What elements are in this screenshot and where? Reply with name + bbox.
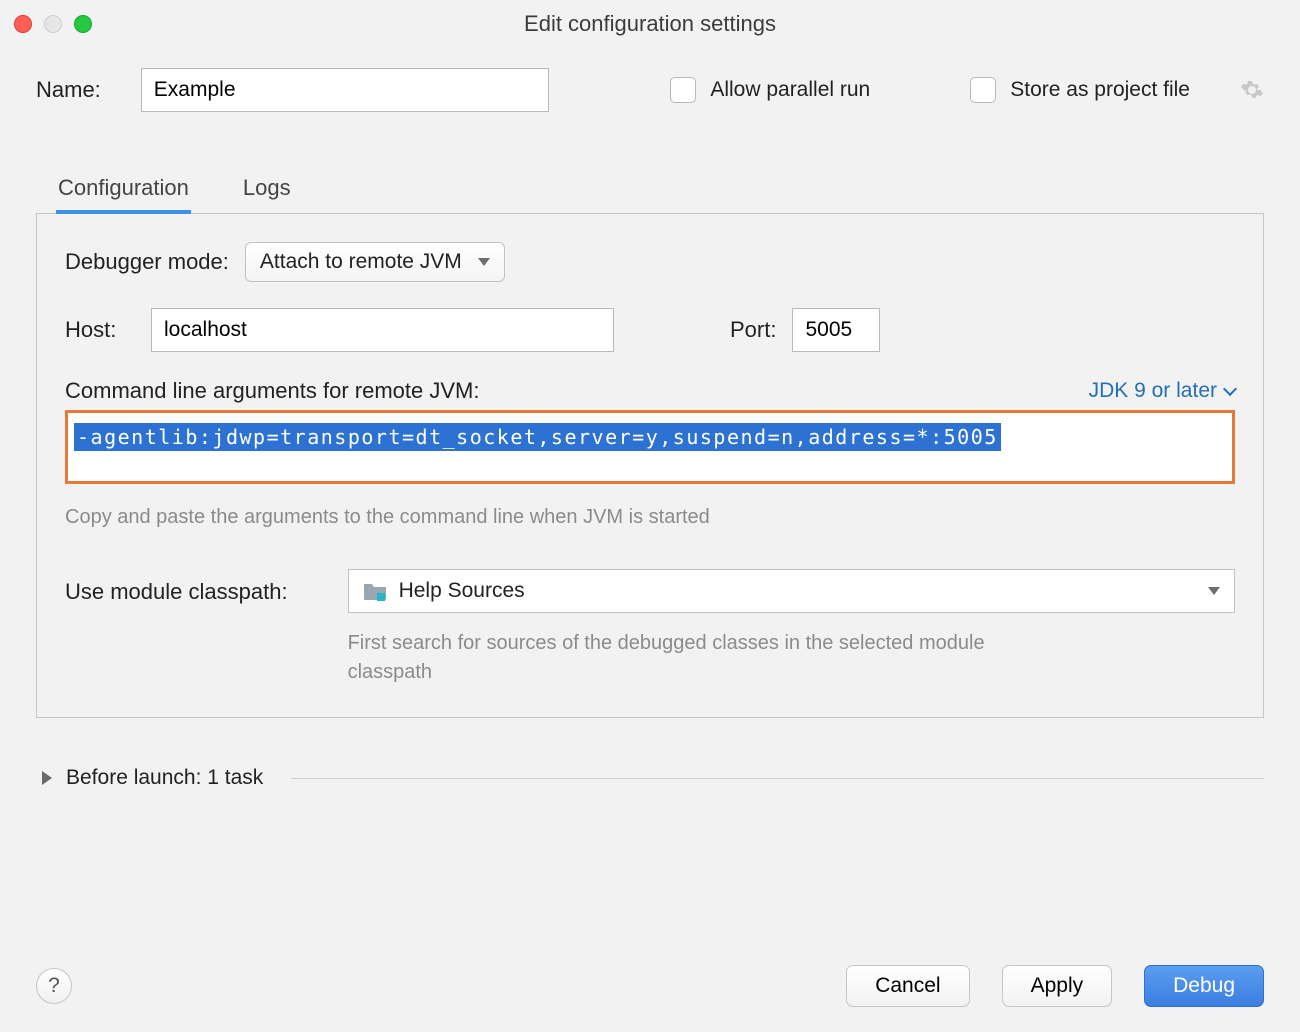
name-row: Name: Allow parallel run Store as projec… <box>36 68 1264 112</box>
module-folder-icon <box>363 581 387 601</box>
debug-button[interactable]: Debug <box>1144 965 1264 1007</box>
configuration-panel: Debugger mode: Attach to remote JVM Host… <box>36 213 1264 718</box>
jdk-version-dropdown[interactable]: JDK 9 or later <box>1089 379 1235 403</box>
tab-bar: Configuration Logs <box>36 167 1264 214</box>
window-title: Edit configuration settings <box>0 11 1300 37</box>
host-label: Host: <box>65 317 135 343</box>
debugger-mode-select[interactable]: Attach to remote JVM <box>245 242 505 282</box>
chevron-down-icon <box>1223 382 1237 396</box>
module-classpath-value: Help Sources <box>399 579 525 603</box>
separator <box>291 778 1264 779</box>
store-as-project-file-label: Store as project file <box>1010 78 1190 102</box>
disclosure-triangle-icon <box>42 771 52 785</box>
module-classpath-select[interactable]: Help Sources <box>348 569 1235 613</box>
help-button[interactable]: ? <box>36 968 72 1004</box>
dialog-button-bar: ? Cancel Apply Debug <box>0 940 1300 1032</box>
debugger-mode-label: Debugger mode: <box>65 249 229 275</box>
apply-button[interactable]: Apply <box>1002 965 1113 1007</box>
port-label: Port: <box>730 317 776 343</box>
store-as-project-file-checkbox[interactable]: Store as project file <box>970 77 1190 103</box>
cancel-button[interactable]: Cancel <box>846 965 969 1007</box>
debugger-mode-value: Attach to remote JVM <box>260 250 462 274</box>
tab-configuration[interactable]: Configuration <box>56 167 191 214</box>
module-classpath-label: Use module classpath: <box>65 569 288 605</box>
cli-args-field[interactable]: -agentlib:jdwp=transport=dt_socket,serve… <box>65 410 1235 484</box>
allow-parallel-run-label: Allow parallel run <box>710 78 870 102</box>
jdk-version-label: JDK 9 or later <box>1089 379 1217 403</box>
module-classpath-hint: First search for sources of the debugged… <box>348 629 1008 687</box>
before-launch-label: Before launch: 1 task <box>66 766 263 790</box>
name-label: Name: <box>36 77 101 103</box>
cli-args-label: Command line arguments for remote JVM: <box>65 378 480 404</box>
cli-args-hint: Copy and paste the arguments to the comm… <box>65 506 1235 529</box>
before-launch-section[interactable]: Before launch: 1 task <box>36 766 1264 790</box>
window-controls <box>14 15 92 33</box>
gear-icon[interactable] <box>1240 78 1264 102</box>
host-input[interactable] <box>151 308 614 352</box>
port-input[interactable] <box>792 308 880 352</box>
minimize-window-button[interactable] <box>44 15 62 33</box>
cli-args-value: -agentlib:jdwp=transport=dt_socket,serve… <box>74 423 1001 451</box>
tab-logs[interactable]: Logs <box>241 167 293 214</box>
close-window-button[interactable] <box>14 15 32 33</box>
maximize-window-button[interactable] <box>74 15 92 33</box>
chevron-down-icon <box>1208 587 1220 595</box>
checkbox-icon <box>670 77 696 103</box>
name-input[interactable] <box>141 68 549 112</box>
allow-parallel-run-checkbox[interactable]: Allow parallel run <box>670 77 870 103</box>
chevron-down-icon <box>478 258 490 266</box>
checkbox-icon <box>970 77 996 103</box>
title-bar: Edit configuration settings <box>0 0 1300 48</box>
